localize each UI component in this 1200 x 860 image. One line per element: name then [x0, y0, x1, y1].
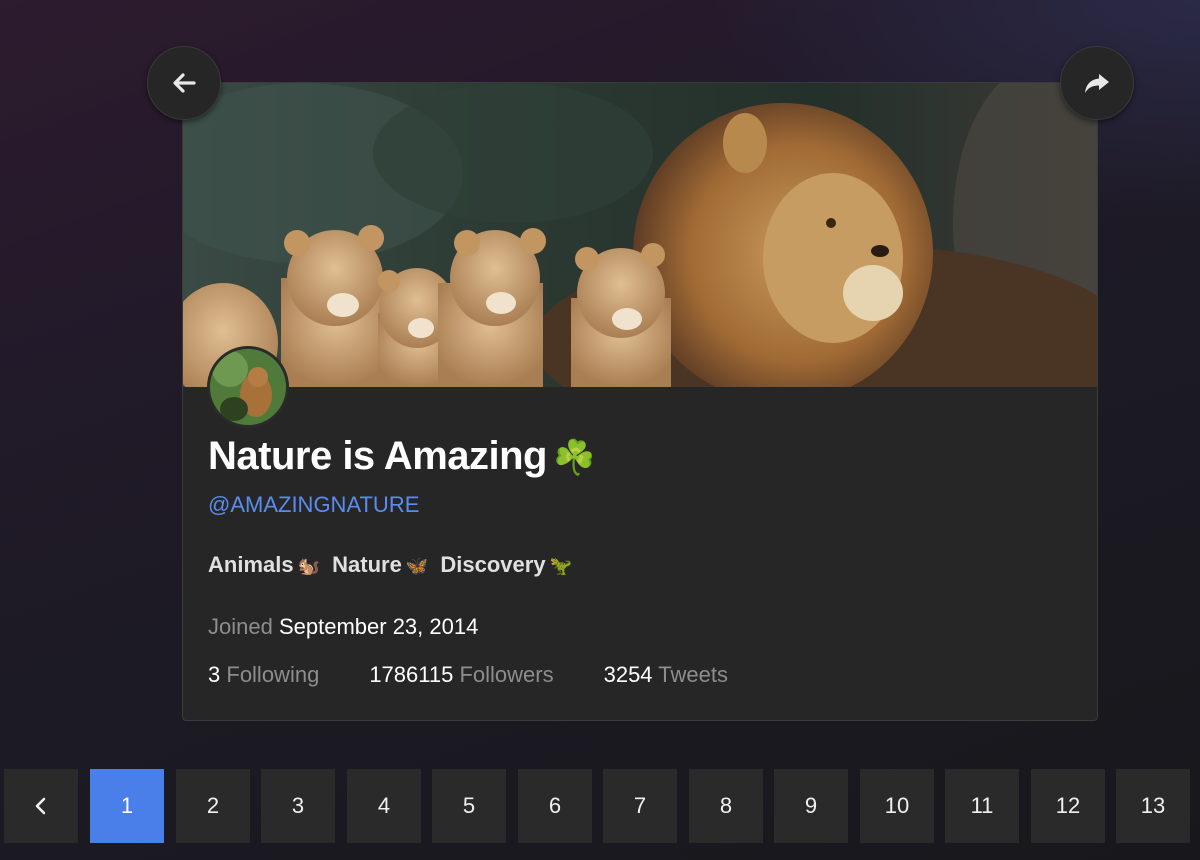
profile-name: Nature is Amazing ☘️ — [208, 434, 595, 479]
following-label: Following — [226, 662, 320, 687]
page-button-7[interactable]: 7 — [603, 769, 677, 843]
page-button-3[interactable]: 3 — [261, 769, 335, 843]
page-button-9[interactable]: 9 — [774, 769, 848, 843]
back-button[interactable] — [147, 46, 221, 120]
banner-image — [183, 83, 1097, 387]
following-stat[interactable]: 3 Following — [208, 662, 319, 688]
page-button-11[interactable]: 11 — [945, 769, 1019, 843]
profile-handle[interactable]: @AMAZINGNATURE — [208, 492, 419, 518]
page-button-1[interactable]: 1 — [90, 769, 164, 843]
followers-label: Followers — [459, 662, 554, 687]
tweets-stat[interactable]: 3254 Tweets — [604, 662, 728, 688]
prev-page-button[interactable] — [4, 769, 78, 843]
bio-word-discovery: Discovery — [440, 552, 546, 577]
page-button-6[interactable]: 6 — [518, 769, 592, 843]
profile-name-text: Nature is Amazing — [208, 434, 547, 478]
dinosaur-icon: 🦖 — [549, 556, 572, 576]
chevron-left-icon — [35, 797, 46, 815]
page-button-4[interactable]: 4 — [347, 769, 421, 843]
joined-label: Joined — [208, 614, 273, 639]
share-button[interactable] — [1060, 46, 1134, 120]
page-button-5[interactable]: 5 — [432, 769, 506, 843]
joined-info: Joined September 23, 2014 — [208, 614, 478, 640]
page-button-12[interactable]: 12 — [1031, 769, 1105, 843]
page-button-2[interactable]: 2 — [176, 769, 250, 843]
bio-word-animals: Animals — [208, 552, 294, 577]
followers-stat[interactable]: 1786115 Followers — [369, 662, 553, 688]
page-button-8[interactable]: 8 — [689, 769, 763, 843]
profile-bio: Animals 🐿️ Nature 🦋 Discovery 🦖 — [208, 552, 578, 578]
butterfly-icon: 🦋 — [405, 556, 429, 576]
joined-date: September 23, 2014 — [278, 614, 479, 639]
followers-count: 1786115 — [369, 662, 454, 687]
pagination: 1 2 3 4 5 6 7 8 9 10 11 12 13 — [0, 769, 1200, 843]
tweets-label: Tweets — [658, 662, 728, 687]
tweets-count: 3254 — [603, 662, 653, 687]
squirrel-icon: 🐿️ — [297, 556, 321, 576]
bio-word-nature: Nature — [332, 552, 402, 577]
profile-stats: 3 Following 1786115 Followers 3254 Tweet… — [208, 662, 728, 688]
arrow-left-icon — [173, 73, 196, 93]
following-count: 3 — [208, 662, 221, 687]
page-button-10[interactable]: 10 — [860, 769, 934, 843]
share-icon — [1085, 74, 1109, 93]
avatar-image — [210, 349, 286, 425]
page-button-13[interactable]: 13 — [1116, 769, 1190, 843]
avatar[interactable] — [207, 346, 289, 428]
clover-icon: ☘️ — [552, 439, 595, 477]
